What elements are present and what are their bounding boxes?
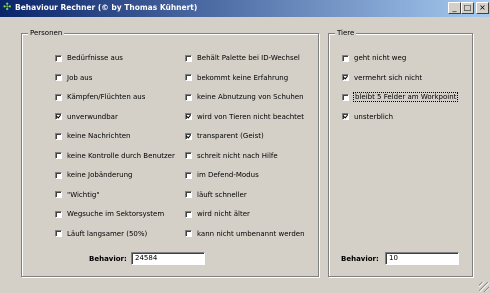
personen-right-checkbox-label-8: wird nicht älter bbox=[197, 210, 250, 218]
personen-right-checkbox-box-1[interactable] bbox=[185, 74, 192, 81]
personen-right-checkbox-8[interactable]: wird nicht älter bbox=[185, 209, 250, 219]
personen-right-checkbox-label-6: im Defend-Modus bbox=[197, 171, 259, 179]
personen-left-checkbox-label-8: Wegsuche im Sektorsystem bbox=[67, 210, 165, 218]
personen-right-checkbox-box-6[interactable] bbox=[185, 171, 192, 179]
personen-right-checkbox-0[interactable]: Behält Palette bei ID-Wechsel bbox=[185, 53, 300, 63]
personen-right-checkbox-box-5[interactable] bbox=[185, 152, 192, 159]
tiere-checkbox-0[interactable]: geht nicht weg bbox=[342, 53, 406, 63]
tiere-behavior-label: Behavior: bbox=[341, 255, 379, 263]
tiere-checkbox-box-3[interactable] bbox=[342, 113, 349, 120]
personen-left-checkbox-3[interactable]: unverwundbar bbox=[55, 112, 118, 122]
personen-left-checkbox-label-1: Job aus bbox=[67, 73, 93, 82]
personen-right-checkbox-1[interactable]: bekommt keine Erfahrung bbox=[185, 73, 288, 83]
personen-left-checkbox-box-2[interactable] bbox=[55, 93, 62, 101]
personen-right-checkbox-box-7[interactable] bbox=[185, 191, 192, 198]
personen-left-checkbox-label-5: keine Kontrolle durch Benutzer bbox=[67, 151, 175, 160]
personen-behavior-label: Behavior: bbox=[89, 255, 127, 263]
maximize-button[interactable]: □ bbox=[461, 2, 474, 14]
personen-right-checkbox-label-1: bekommt keine Erfahrung bbox=[197, 73, 289, 82]
tiere-checkbox-label-3: unsterblich bbox=[354, 112, 394, 121]
tiere-legend: Tiere bbox=[335, 29, 357, 37]
personen-left-checkbox-7[interactable]: "Wichtig" bbox=[55, 190, 100, 200]
personen-left-checkbox-box-4[interactable] bbox=[55, 132, 62, 140]
personen-left-checkbox-1[interactable]: Job aus bbox=[55, 73, 92, 83]
personen-left-checkbox-0[interactable]: Bedürfnisse aus bbox=[55, 53, 123, 63]
personen-left-checkbox-label-2: Kämpfen/Flüchten aus bbox=[67, 93, 146, 101]
personen-right-checkbox-6[interactable]: im Defend-Modus bbox=[185, 170, 259, 180]
personen-right-checkbox-label-2: keine Abnutzung von Schuhen bbox=[197, 93, 304, 101]
tiere-checkbox-2[interactable]: bleibt 5 Felder am Workpoint bbox=[342, 92, 459, 102]
resize-grip[interactable] bbox=[479, 282, 489, 292]
personen-left-checkbox-box-1[interactable] bbox=[55, 74, 62, 81]
personen-right-checkbox-label-4: transparent (Geist) bbox=[197, 132, 264, 140]
personen-right-checkbox-4[interactable]: transparent (Geist) bbox=[185, 131, 264, 141]
personen-right-checkbox-box-0[interactable] bbox=[185, 54, 192, 62]
personen-right-checkbox-label-9: kann nicht umbenannt werden bbox=[197, 229, 305, 238]
tiere-group: Tiere bbox=[328, 29, 473, 277]
personen-left-checkbox-label-0: Bedürfnisse aus bbox=[67, 54, 123, 62]
personen-left-checkbox-box-8[interactable] bbox=[55, 210, 62, 218]
personen-right-checkbox-2[interactable]: keine Abnutzung von Schuhen bbox=[185, 92, 304, 102]
app-icon: ✣ bbox=[3, 2, 12, 13]
personen-right-checkbox-9[interactable]: kann nicht umbenannt werden bbox=[185, 229, 305, 239]
tiere-checkbox-box-0[interactable] bbox=[342, 54, 349, 62]
personen-right-checkbox-label-7: läuft schneller bbox=[197, 190, 247, 199]
personen-left-checkbox-5[interactable]: keine Kontrolle durch Benutzer bbox=[55, 151, 175, 161]
tiere-checkbox-label-2: bleibt 5 Felder am Workpoint bbox=[352, 92, 459, 102]
personen-right-checkbox-box-9[interactable] bbox=[185, 230, 192, 237]
personen-behavior-input[interactable]: 24584 bbox=[131, 252, 205, 265]
personen-right-checkbox-label-5: schreit nicht nach Hilfe bbox=[197, 151, 278, 160]
personen-left-checkbox-9[interactable]: Läuft langsamer (50%) bbox=[55, 229, 147, 239]
personen-right-checkbox-label-3: wird von Tieren nicht beachtet bbox=[197, 112, 304, 121]
tiere-checkbox-3[interactable]: unsterblich bbox=[342, 112, 393, 122]
tiere-behavior-input[interactable]: 10 bbox=[385, 252, 459, 265]
minimize-button[interactable]: _ bbox=[448, 2, 461, 14]
title-bar[interactable]: ✣ Behaviour Rechner (© by Thomas Kühnert… bbox=[0, 0, 490, 17]
personen-left-checkbox-box-7[interactable] bbox=[55, 191, 62, 198]
personen-left-checkbox-box-0[interactable] bbox=[55, 54, 62, 62]
personen-left-checkbox-label-6: keine Jobänderung bbox=[67, 171, 133, 179]
personen-left-checkbox-box-5[interactable] bbox=[55, 152, 62, 159]
personen-right-checkbox-3[interactable]: wird von Tieren nicht beachtet bbox=[185, 112, 304, 122]
personen-left-checkbox-8[interactable]: Wegsuche im Sektorsystem bbox=[55, 209, 164, 219]
tiere-checkbox-1[interactable]: vermehrt sich nicht bbox=[342, 73, 422, 83]
personen-left-checkbox-2[interactable]: Kämpfen/Flüchten aus bbox=[55, 92, 145, 102]
tiere-checkbox-box-1[interactable] bbox=[342, 74, 349, 81]
personen-right-checkbox-box-8[interactable] bbox=[185, 210, 192, 218]
personen-right-checkbox-box-3[interactable] bbox=[185, 113, 192, 120]
personen-left-checkbox-4[interactable]: keine Nachrichten bbox=[55, 131, 130, 141]
personen-legend: Personen bbox=[28, 29, 65, 37]
personen-right-checkbox-box-2[interactable] bbox=[185, 93, 192, 101]
window-title: Behaviour Rechner (© by Thomas Kühnert) bbox=[15, 3, 198, 12]
personen-right-checkbox-label-0: Behält Palette bei ID-Wechsel bbox=[197, 54, 300, 62]
personen-left-checkbox-6[interactable]: keine Jobänderung bbox=[55, 170, 133, 180]
personen-left-checkbox-label-4: keine Nachrichten bbox=[67, 132, 131, 140]
personen-right-checkbox-box-4[interactable] bbox=[185, 132, 192, 140]
personen-left-checkbox-label-9: Läuft langsamer (50%) bbox=[67, 229, 148, 238]
personen-left-checkbox-label-3: unverwundbar bbox=[67, 112, 118, 121]
tiere-checkbox-box-2[interactable] bbox=[342, 93, 349, 101]
personen-left-checkbox-box-6[interactable] bbox=[55, 171, 62, 179]
tiere-checkbox-label-1: vermehrt sich nicht bbox=[354, 73, 423, 82]
tiere-checkbox-label-0: geht nicht weg bbox=[354, 54, 407, 62]
personen-right-checkbox-5[interactable]: schreit nicht nach Hilfe bbox=[185, 151, 278, 161]
personen-left-checkbox-box-9[interactable] bbox=[55, 230, 62, 237]
personen-left-checkbox-label-7: "Wichtig" bbox=[67, 190, 100, 199]
close-button[interactable]: × bbox=[476, 2, 489, 14]
personen-left-checkbox-box-3[interactable] bbox=[55, 113, 62, 120]
personen-right-checkbox-7[interactable]: läuft schneller bbox=[185, 190, 247, 200]
